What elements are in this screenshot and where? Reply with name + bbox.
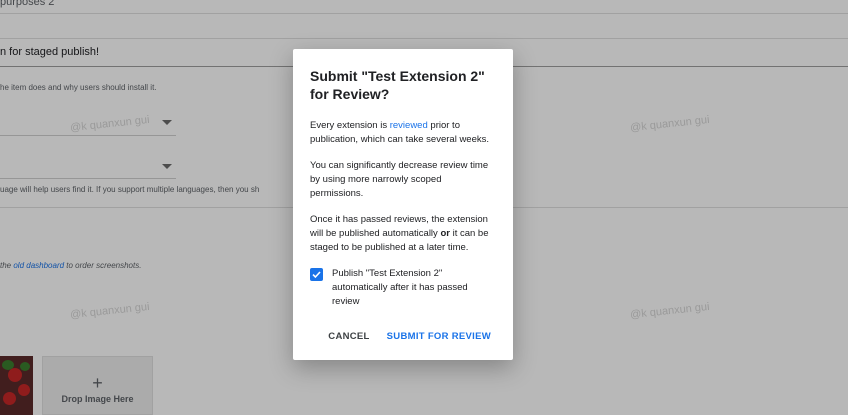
submit-review-dialog: Submit "Test Extension 2" for Review? Ev… xyxy=(293,49,513,360)
checkmark-icon xyxy=(312,271,321,279)
publish-info-or: or xyxy=(440,228,450,239)
review-info-paragraph: Every extension is reviewed prior to pub… xyxy=(310,119,496,147)
auto-publish-label[interactable]: Publish "Test Extension 2" automatically… xyxy=(332,267,496,309)
auto-publish-checkbox[interactable] xyxy=(310,268,323,281)
dialog-title: Submit "Test Extension 2" for Review? xyxy=(310,68,485,102)
submit-for-review-button[interactable]: SUBMIT FOR REVIEW xyxy=(387,331,491,342)
dialog-actions: CANCEL SUBMIT FOR REVIEW xyxy=(328,331,491,342)
publish-info-paragraph: Once it has passed reviews, the extensio… xyxy=(310,213,496,255)
review-info-before: Every extension is xyxy=(310,120,390,131)
reviewed-link[interactable]: reviewed xyxy=(390,120,428,131)
auto-publish-option[interactable]: Publish "Test Extension 2" automatically… xyxy=(310,267,496,309)
permissions-paragraph: You can significantly decrease review ti… xyxy=(310,160,489,199)
cancel-button[interactable]: CANCEL xyxy=(328,331,369,342)
